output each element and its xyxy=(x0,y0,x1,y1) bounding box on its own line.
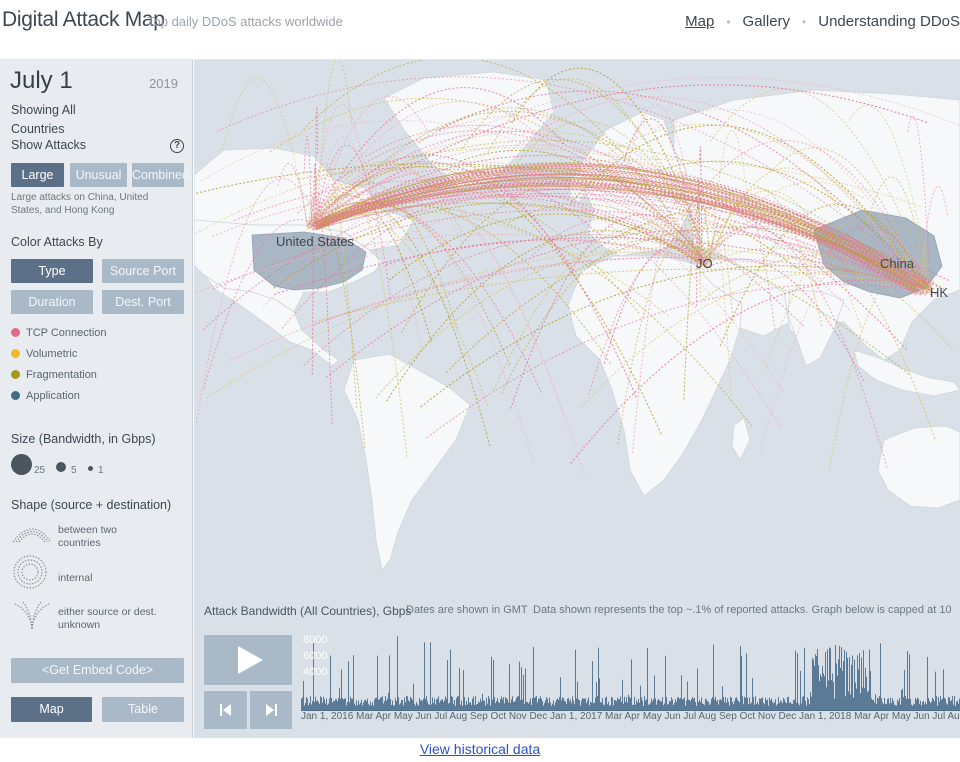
tcp-dot-icon xyxy=(11,328,20,337)
combined-attacks-button[interactable]: Combined xyxy=(132,163,189,187)
skip-back-icon xyxy=(220,704,231,716)
size-small-value: 1 xyxy=(98,465,104,476)
size-small-dot-icon xyxy=(88,466,93,471)
funnel-shape-icon xyxy=(14,601,50,631)
color-by-duration-button[interactable]: Duration xyxy=(11,290,93,314)
app-subtitle: Top daily DDoS attacks worldwide xyxy=(147,14,343,29)
world-map[interactable]: United States JO China HK xyxy=(194,60,960,600)
map-view-button[interactable]: Map xyxy=(11,697,92,722)
label-united-states[interactable]: United States xyxy=(276,234,354,249)
ytick-6000: 6000 xyxy=(303,650,328,662)
year-label[interactable]: 2019 xyxy=(149,76,178,91)
nav-separator: • xyxy=(726,15,731,29)
table-view-button[interactable]: Table xyxy=(102,697,184,722)
graph-data-note: Data shown represents the top ~.1% of re… xyxy=(533,604,952,616)
play-button[interactable] xyxy=(204,635,292,685)
color-by-label: Color Attacks By xyxy=(11,235,103,249)
legend-application: Application xyxy=(11,389,80,403)
application-dot-icon xyxy=(11,391,20,400)
fragmentation-dot-icon xyxy=(11,370,20,379)
shape-unknown: either source or dest. unknown xyxy=(58,606,157,631)
attack-description: Large attacks on China, United States, a… xyxy=(11,192,149,216)
play-icon xyxy=(238,646,263,674)
size-medium-value: 5 xyxy=(71,465,77,476)
map-canvas xyxy=(194,60,960,571)
previous-day-button[interactable] xyxy=(204,691,247,729)
label-jo[interactable]: JO xyxy=(696,256,713,271)
graph-title: Attack Bandwidth (All Countries), Gbps xyxy=(204,604,412,618)
arc-shape-icon xyxy=(12,528,52,543)
volumetric-dot-icon xyxy=(11,349,20,358)
timeline-axis-labels: Jan 1, 2016 Mar Apr May Jun Jul Aug Sep … xyxy=(301,710,960,722)
color-by-dest-port-button[interactable]: Dest. Port xyxy=(102,290,184,314)
date-title: July 1 xyxy=(10,67,73,94)
nav-separator: • xyxy=(802,15,807,29)
color-by-source-port-button[interactable]: Source Port xyxy=(102,259,184,283)
showing-countries[interactable]: Showing All Countries xyxy=(11,101,101,139)
bandwidth-bars xyxy=(301,636,960,710)
view-historical-data-link[interactable]: View historical data xyxy=(420,741,540,757)
bandwidth-graph-panel: Attack Bandwidth (All Countries), Gbps D… xyxy=(194,600,960,738)
next-day-button[interactable] xyxy=(250,691,292,729)
sidebar: July 1 2019 Showing All Countries Show A… xyxy=(0,60,193,738)
nav-gallery[interactable]: Gallery xyxy=(743,13,791,30)
unusual-attacks-button[interactable]: Unusual xyxy=(70,163,127,187)
skip-forward-icon xyxy=(266,704,277,716)
legend-volumetric: Volumetric xyxy=(11,347,77,361)
legend-tcp-connection: TCP Connection xyxy=(11,326,107,340)
graph-gmt-note: Dates are shown in GMT xyxy=(406,604,528,616)
shape-internal: internal xyxy=(58,572,93,584)
help-icon[interactable]: ? xyxy=(170,139,184,153)
header: Digital Attack Map Top daily DDoS attack… xyxy=(0,0,960,60)
footer: View historical data xyxy=(0,738,960,762)
top-nav: Map • Gallery • Understanding DDoS xyxy=(685,13,960,33)
nav-map[interactable]: Map xyxy=(685,13,714,30)
continents xyxy=(194,71,960,571)
size-medium-dot-icon xyxy=(56,462,66,472)
circle-shape-icon xyxy=(13,555,47,589)
size-label: Size (Bandwidth, in Gbps) xyxy=(11,432,156,446)
nav-understanding-ddos[interactable]: Understanding DDoS xyxy=(818,13,960,30)
bandwidth-timeline[interactable]: 8000 6000 4000 Jan 1, 2016 Mar Apr May J… xyxy=(301,632,960,730)
label-hk[interactable]: HK xyxy=(930,285,948,300)
size-large-value: 25 xyxy=(34,465,46,476)
app-title[interactable]: Digital Attack Map xyxy=(2,8,165,32)
show-attacks-label: Show Attacks xyxy=(11,138,87,152)
get-embed-code-button[interactable]: <Get Embed Code> xyxy=(11,658,184,683)
shape-label: Shape (source + destination) xyxy=(11,498,172,512)
ytick-8000: 8000 xyxy=(303,634,328,646)
legend-fragmentation: Fragmentation xyxy=(11,368,97,382)
shape-between-countries: between two countries xyxy=(58,524,117,549)
ytick-4000: 4000 xyxy=(303,666,328,678)
large-attacks-button[interactable]: Large xyxy=(11,163,64,187)
label-china[interactable]: China xyxy=(880,256,914,271)
color-by-type-button[interactable]: Type xyxy=(11,259,93,283)
size-large-dot-icon xyxy=(11,454,32,475)
